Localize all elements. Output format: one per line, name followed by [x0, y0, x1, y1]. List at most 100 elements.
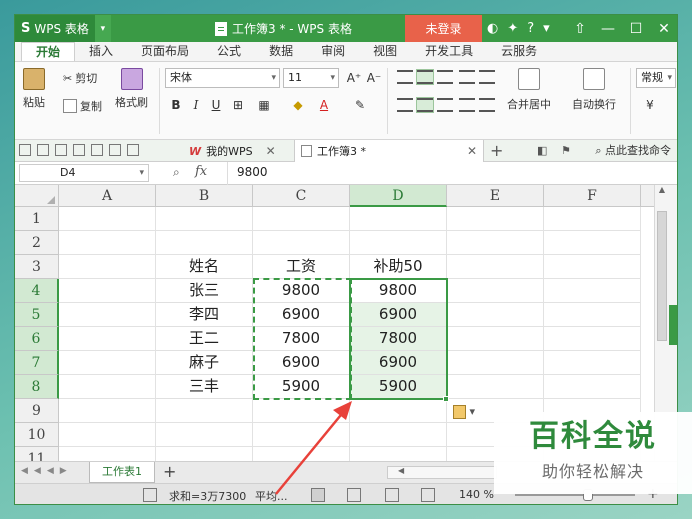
grid-cell[interactable]: [447, 375, 544, 399]
save-icon[interactable]: [37, 144, 49, 156]
grid-cell[interactable]: [253, 447, 350, 461]
row-header-5[interactable]: 5: [15, 303, 59, 327]
underline-button[interactable]: U: [207, 96, 225, 114]
app-menu-button[interactable]: S WPS 表格: [15, 15, 95, 42]
select-all-corner[interactable]: [15, 185, 59, 207]
grid-cell[interactable]: [59, 351, 156, 375]
cell-b6[interactable]: 王二: [156, 327, 253, 351]
close-tab-icon[interactable]: ✕: [266, 144, 276, 158]
open-icon[interactable]: [19, 144, 31, 156]
zoom-level[interactable]: 140 %: [459, 488, 494, 501]
grid-cell[interactable]: [350, 231, 447, 255]
app-menu-dropdown-icon[interactable]: ▾: [94, 15, 111, 42]
grid-cell[interactable]: [544, 279, 641, 303]
grid-cell[interactable]: [544, 255, 641, 279]
column-header-b[interactable]: B: [156, 185, 253, 207]
row-header-10[interactable]: 10: [15, 423, 59, 447]
tab-page-layout[interactable]: 页面布局: [127, 42, 203, 61]
tab-developer[interactable]: 开发工具: [411, 42, 487, 61]
tab-cloud[interactable]: 云服务: [487, 42, 551, 61]
cell-c5[interactable]: 6900: [253, 303, 350, 327]
grid-cell[interactable]: [544, 351, 641, 375]
grid-cell[interactable]: [544, 207, 641, 231]
sheet-tab-1[interactable]: 工作表1: [89, 462, 155, 483]
grid-cell[interactable]: [447, 279, 544, 303]
column-header-c[interactable]: C: [253, 185, 350, 207]
grid-cell[interactable]: [350, 447, 447, 461]
export-pdf-icon[interactable]: [55, 144, 67, 156]
cell-fill-icon[interactable]: ▦: [255, 96, 273, 114]
grid-cell[interactable]: [447, 231, 544, 255]
cell-d6[interactable]: 7800: [350, 327, 447, 351]
row-header-6[interactable]: 6: [15, 327, 59, 351]
column-header-f[interactable]: F: [544, 185, 641, 207]
font-size-select[interactable]: 11: [283, 68, 339, 88]
align-top-icon[interactable]: [397, 70, 413, 84]
cell-d4[interactable]: 9800: [350, 279, 447, 303]
grid-cell[interactable]: [59, 255, 156, 279]
currency-format-icon[interactable]: ¥: [641, 96, 659, 114]
add-sheet-button[interactable]: +: [163, 462, 176, 482]
grid-cell[interactable]: [156, 207, 253, 231]
font-name-select[interactable]: 宋体: [165, 68, 280, 88]
clear-format-icon[interactable]: ✎: [351, 96, 369, 114]
cell-b3[interactable]: 姓名: [156, 255, 253, 279]
tab-review[interactable]: 审阅: [307, 42, 359, 61]
grid-cell[interactable]: [59, 399, 156, 423]
flag-icon[interactable]: ⚑: [561, 144, 571, 157]
grid-cell[interactable]: [59, 375, 156, 399]
cell-b4[interactable]: 张三: [156, 279, 253, 303]
cut-button[interactable]: ✂ 剪切: [63, 70, 97, 86]
grid-cell[interactable]: [253, 207, 350, 231]
help-icon[interactable]: ?: [527, 21, 534, 36]
skin-icon[interactable]: ◐: [487, 21, 498, 36]
tab-insert[interactable]: 插入: [75, 42, 127, 61]
grid-cell[interactable]: [253, 231, 350, 255]
sheet-nav-arrows[interactable]: ◀◀◀▶: [21, 466, 73, 476]
bold-button[interactable]: B: [167, 96, 185, 114]
side-panel-handle[interactable]: [669, 305, 677, 345]
grid-cell[interactable]: [447, 351, 544, 375]
paste-button[interactable]: 粘贴: [23, 68, 45, 110]
paste-options-button[interactable]: ▾: [453, 405, 475, 419]
print-icon[interactable]: [73, 144, 85, 156]
zoom-find-icon[interactable]: ⌕: [173, 165, 180, 180]
row-header-7[interactable]: 7: [15, 351, 59, 375]
print-preview-icon[interactable]: [91, 144, 103, 156]
close-icon[interactable]: ✕: [657, 21, 671, 37]
merge-center-button[interactable]: 合并居中: [507, 68, 551, 112]
column-header-a[interactable]: A: [59, 185, 156, 207]
row-header-2[interactable]: 2: [15, 231, 59, 255]
grid-cell[interactable]: [447, 255, 544, 279]
grid-cell[interactable]: [59, 327, 156, 351]
grid-cell[interactable]: [59, 303, 156, 327]
restore-ribbon-icon[interactable]: ⇧: [573, 21, 587, 37]
normal-view-icon[interactable]: [311, 488, 325, 502]
grid-cell[interactable]: [59, 423, 156, 447]
row-header-4[interactable]: 4: [15, 279, 59, 303]
grid-cell[interactable]: [447, 327, 544, 351]
page-layout-view-icon[interactable]: [385, 488, 399, 502]
reading-view-icon[interactable]: [421, 488, 435, 502]
justify-icon[interactable]: [459, 98, 475, 112]
undo-icon[interactable]: [109, 144, 121, 156]
font-color-icon[interactable]: A: [315, 96, 333, 114]
fill-handle[interactable]: [443, 396, 449, 402]
grid-cell[interactable]: [447, 207, 544, 231]
row-header-11[interactable]: 11: [15, 447, 59, 461]
grid-cell[interactable]: [350, 423, 447, 447]
align-center-icon[interactable]: [416, 97, 434, 113]
shirt-icon[interactable]: ✦: [507, 21, 518, 36]
outdent-icon[interactable]: [479, 70, 495, 84]
cell-d5[interactable]: 6900: [350, 303, 447, 327]
grid-cell[interactable]: [156, 231, 253, 255]
new-tab-button[interactable]: +: [490, 140, 503, 162]
macro-record-icon[interactable]: [143, 488, 157, 502]
vertical-scroll-thumb[interactable]: [657, 211, 667, 341]
grid-cell[interactable]: [59, 207, 156, 231]
command-search[interactable]: ⌕ 点此查找命令: [595, 140, 671, 162]
formula-input[interactable]: 9800: [237, 165, 268, 179]
tab-data[interactable]: 数据: [255, 42, 307, 61]
tab-view[interactable]: 视图: [359, 42, 411, 61]
grid-cell[interactable]: [544, 231, 641, 255]
